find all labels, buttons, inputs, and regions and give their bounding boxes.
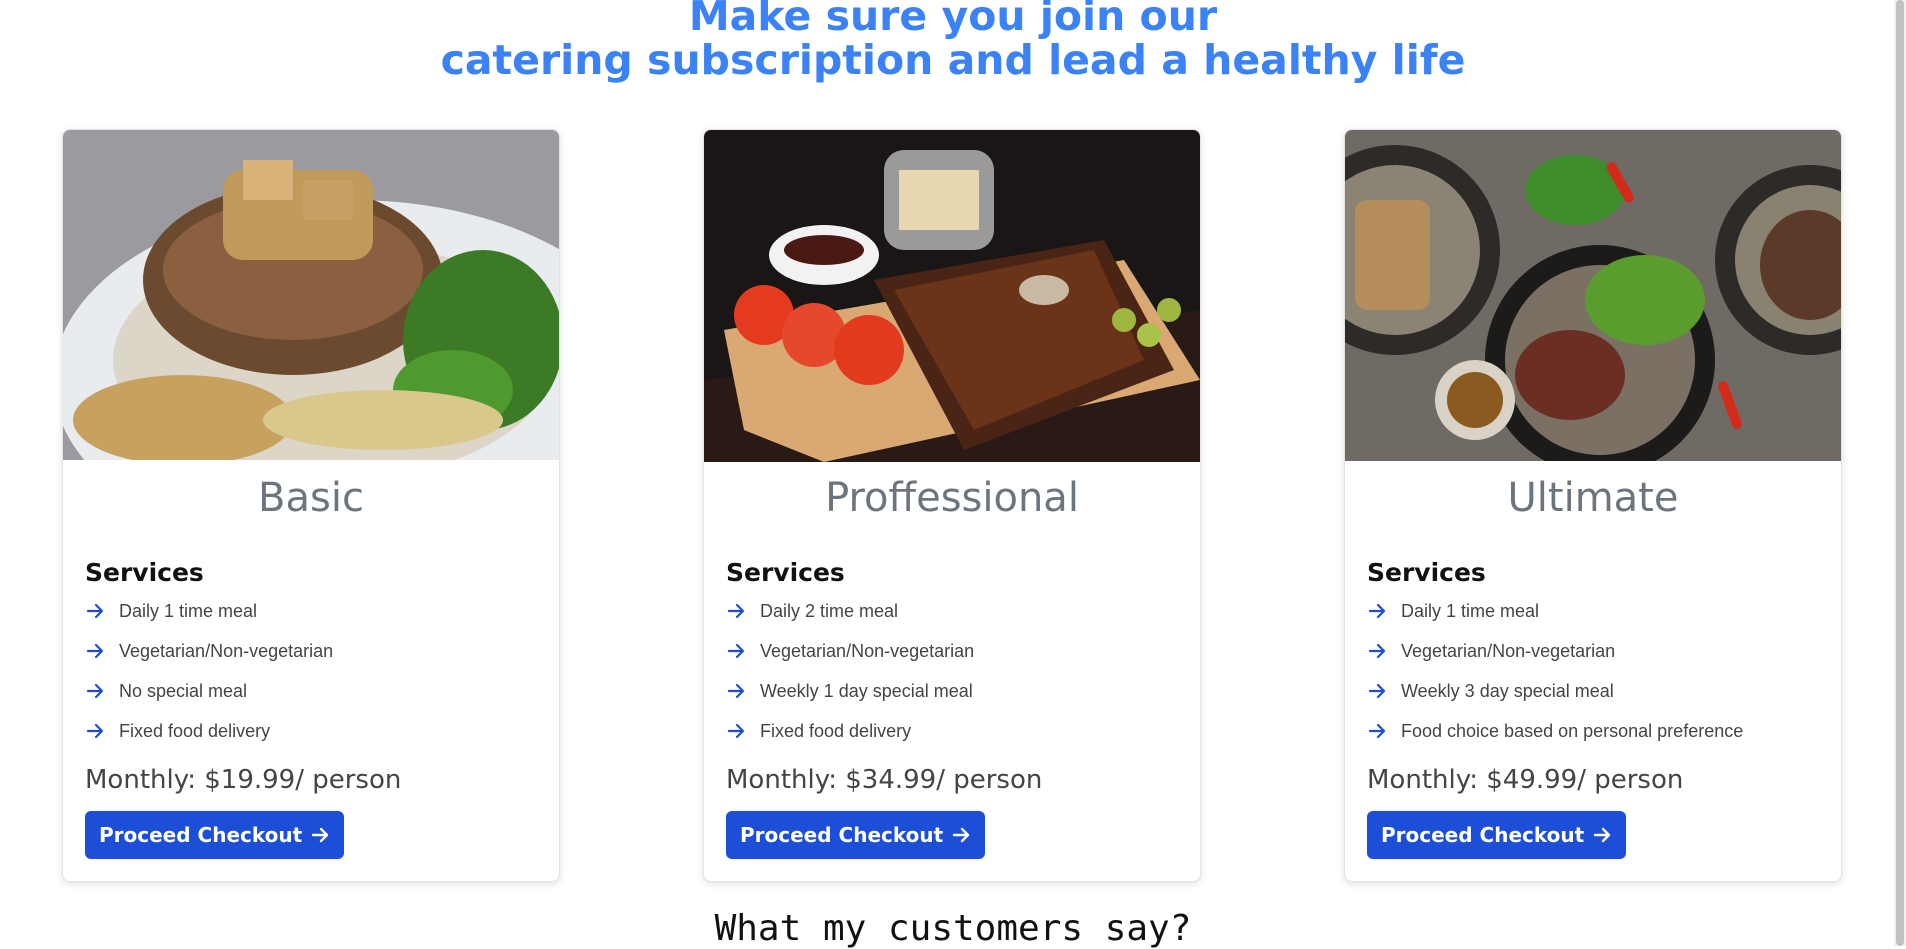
list-item: Daily 2 time meal <box>726 591 1178 631</box>
list-item: Vegetarian/Non-vegetarian <box>726 631 1178 671</box>
service-text: Weekly 1 day special meal <box>760 680 973 701</box>
heading-line-1: Make sure you join our <box>688 0 1218 40</box>
plan-card-proffessional: Proffessional Services Daily 2 time meal… <box>703 129 1201 882</box>
service-text: Daily 2 time meal <box>760 600 899 621</box>
list-item: Vegetarian/Non-vegetarian <box>1367 631 1819 671</box>
page-scrollbar[interactable] <box>1894 0 1906 946</box>
arrow-right-icon <box>86 723 104 739</box>
food-photo <box>1345 130 1841 461</box>
plan-image-ultimate <box>1345 130 1841 461</box>
scrollbar-thumb[interactable] <box>1896 0 1904 946</box>
service-text: Vegetarian/Non-vegetarian <box>760 640 975 661</box>
list-item: No special meal <box>85 671 537 711</box>
button-label: Proceed Checkout <box>1381 823 1585 847</box>
arrow-right-icon <box>1368 643 1386 659</box>
arrow-right-icon <box>727 603 745 619</box>
service-text: Fixed food delivery <box>119 720 271 741</box>
list-item: Vegetarian/Non-vegetarian <box>85 631 537 671</box>
plan-title: Proffessional <box>825 475 1079 521</box>
service-text: No special meal <box>119 680 248 701</box>
proceed-checkout-button[interactable]: Proceed Checkout <box>1367 811 1627 859</box>
plan-image-proffessional <box>704 130 1200 462</box>
services-list: Daily 1 time meal Vegetarian/Non-vegetar… <box>1367 591 1819 751</box>
testimonials-heading: What my customers say? <box>714 908 1192 949</box>
plan-title: Basic <box>258 475 364 521</box>
arrow-right-icon <box>86 603 104 619</box>
arrow-right-icon <box>86 683 104 699</box>
service-text: Daily 1 time meal <box>1401 600 1540 621</box>
arrow-right-icon <box>727 643 745 659</box>
list-item: Weekly 1 day special meal <box>726 671 1178 711</box>
food-photo <box>704 130 1200 462</box>
service-text: Vegetarian/Non-vegetarian <box>119 640 334 661</box>
page-heading: Make sure you join our catering subscrip… <box>0 0 1906 82</box>
plan-title: Ultimate <box>1507 475 1679 521</box>
service-text: Weekly 3 day special meal <box>1401 680 1614 701</box>
arrow-right-icon <box>311 827 329 843</box>
arrow-right-icon <box>1368 603 1386 619</box>
arrow-right-icon <box>1368 723 1386 739</box>
plan-price: Monthly: $19.99/ person <box>85 765 402 795</box>
proceed-checkout-button[interactable]: Proceed Checkout <box>726 811 986 859</box>
list-item: Fixed food delivery <box>85 711 537 751</box>
button-label: Proceed Checkout <box>740 823 944 847</box>
heading-line-2: catering subscription and lead a healthy… <box>440 36 1466 84</box>
plan-image-basic <box>63 130 559 460</box>
services-heading: Services <box>1367 558 1486 587</box>
plan-price: Monthly: $34.99/ person <box>726 765 1043 795</box>
arrow-right-icon <box>1593 827 1611 843</box>
plan-body: Services Daily 1 time meal Vegetarian/No… <box>63 522 559 881</box>
proceed-checkout-button[interactable]: Proceed Checkout <box>85 811 345 859</box>
services-list: Daily 1 time meal Vegetarian/Non-vegetar… <box>85 591 537 751</box>
plan-body: Services Daily 2 time meal Vegetarian/No… <box>704 522 1200 881</box>
food-photo <box>63 130 559 460</box>
service-text: Vegetarian/Non-vegetarian <box>1401 640 1616 661</box>
services-heading: Services <box>726 558 845 587</box>
arrow-right-icon <box>952 827 970 843</box>
list-item: Food choice based on personal preference <box>1367 711 1819 751</box>
list-item: Daily 1 time meal <box>1367 591 1819 631</box>
service-text: Fixed food delivery <box>760 720 912 741</box>
plan-price: Monthly: $49.99/ person <box>1367 765 1684 795</box>
list-item: Fixed food delivery <box>726 711 1178 751</box>
list-item: Daily 1 time meal <box>85 591 537 631</box>
plan-card-basic: Basic Services Daily 1 time meal Vegetar… <box>62 129 560 882</box>
button-label: Proceed Checkout <box>99 823 303 847</box>
arrow-right-icon <box>86 643 104 659</box>
services-list: Daily 2 time meal Vegetarian/Non-vegetar… <box>726 591 1178 751</box>
service-text: Food choice based on personal preference <box>1401 720 1744 741</box>
arrow-right-icon <box>1368 683 1386 699</box>
service-text: Daily 1 time meal <box>119 600 258 621</box>
arrow-right-icon <box>727 723 745 739</box>
arrow-right-icon <box>727 683 745 699</box>
list-item: Weekly 3 day special meal <box>1367 671 1819 711</box>
plan-body: Services Daily 1 time meal Vegetarian/No… <box>1345 522 1841 881</box>
services-heading: Services <box>85 558 204 587</box>
plan-card-ultimate: Ultimate Services Daily 1 time meal Vege… <box>1344 129 1842 882</box>
